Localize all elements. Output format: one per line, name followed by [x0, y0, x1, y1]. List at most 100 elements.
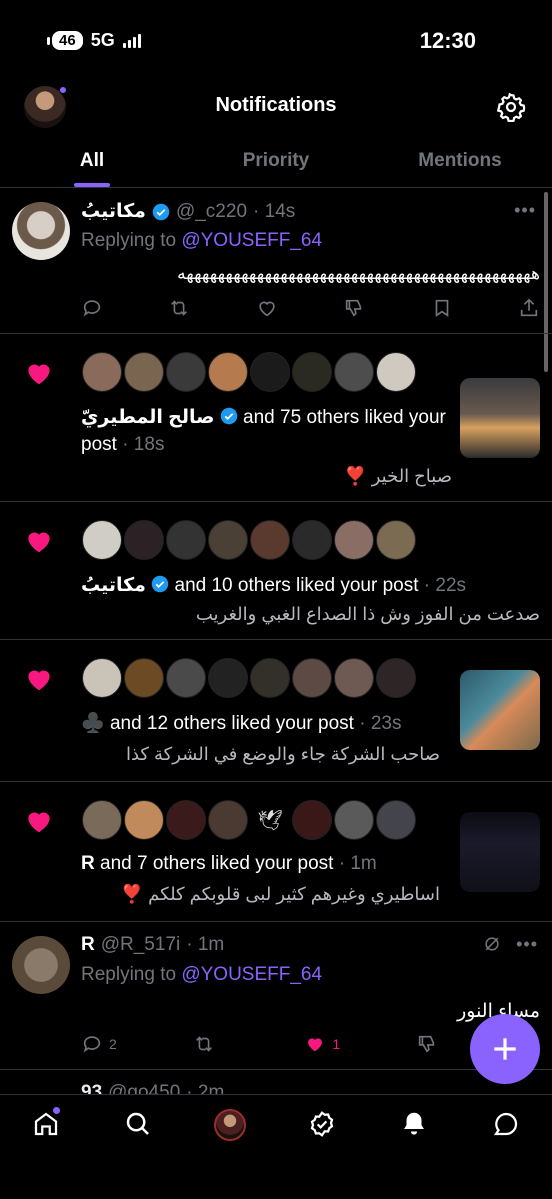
avatar[interactable] — [82, 520, 122, 560]
avatar[interactable] — [250, 352, 290, 392]
like-notification[interactable]: 🕊 R and 7 others liked your post · 1m اس… — [0, 782, 552, 922]
avatar[interactable] — [292, 800, 332, 840]
avatar[interactable] — [250, 520, 290, 560]
replying-handle-link[interactable]: @YOUSEFF_64 — [181, 230, 322, 251]
signal-icon — [122, 33, 141, 48]
author-name[interactable]: مكاتيبُ — [81, 200, 146, 223]
next-notification-peek[interactable]: 93 @go450 · 2m — [0, 1072, 552, 1096]
repost-button[interactable] — [168, 297, 224, 319]
avatar[interactable] — [124, 658, 164, 698]
liker-name[interactable]: ♣️ — [81, 713, 105, 734]
bookmark-icon — [435, 299, 448, 317]
avatar[interactable] — [376, 520, 416, 560]
nav-notifications[interactable] — [394, 1109, 434, 1149]
tab-all[interactable]: All — [0, 134, 184, 187]
repost-button[interactable] — [193, 1033, 249, 1055]
avatar[interactable] — [82, 352, 122, 392]
timestamp: · 14s — [253, 200, 296, 222]
top-bar: Notifications — [0, 80, 552, 134]
nav-messages[interactable] — [486, 1109, 526, 1149]
avatar[interactable] — [208, 352, 248, 392]
post-thumbnail[interactable] — [460, 812, 540, 892]
liked-post-text: صاحب الشركة جاء والوضع في الشركة كذا — [125, 744, 440, 764]
avatar[interactable] — [166, 800, 206, 840]
replying-handle-link[interactable]: @YOUSEFF_64 — [181, 964, 322, 985]
avatar[interactable] — [166, 520, 206, 560]
like-text: and 12 others liked your post — [109, 713, 354, 734]
timestamp: · 1m — [338, 853, 377, 874]
liker-avatars — [82, 520, 416, 560]
tab-priority[interactable]: Priority — [184, 134, 368, 187]
liker-name[interactable]: R — [81, 853, 95, 874]
verified-badge-icon — [151, 575, 169, 593]
nav-profile[interactable] — [210, 1109, 250, 1149]
status-time: 12:30 — [419, 28, 476, 53]
post-thumbnail[interactable] — [460, 378, 540, 458]
like-notification[interactable]: مكاتيبُ and 10 others liked your post · … — [0, 502, 552, 640]
avatar[interactable] — [12, 202, 70, 260]
tab-mentions[interactable]: Mentions — [368, 134, 552, 187]
post-thumbnail[interactable] — [460, 670, 540, 750]
bookmark-button[interactable] — [431, 297, 487, 319]
liked-post-text: صباح الخير ❣️ — [344, 466, 452, 486]
avatar[interactable] — [376, 800, 416, 840]
more-options-icon[interactable]: ••• — [482, 934, 538, 955]
avatar[interactable] — [12, 936, 70, 994]
like-button[interactable] — [256, 297, 312, 319]
avatar[interactable] — [82, 800, 122, 840]
avatar[interactable] — [292, 520, 332, 560]
avatar[interactable] — [292, 658, 332, 698]
avatar[interactable] — [208, 800, 248, 840]
reply-button[interactable] — [81, 297, 137, 319]
avatar[interactable] — [82, 658, 122, 698]
gear-icon[interactable] — [496, 92, 526, 122]
avatar[interactable] — [166, 658, 206, 698]
reply-button[interactable]: 2 — [81, 1033, 137, 1055]
nav-home[interactable] — [26, 1107, 66, 1149]
nav-search[interactable] — [118, 1109, 158, 1149]
author-name[interactable]: R — [81, 934, 95, 956]
share-button[interactable] — [518, 297, 540, 319]
liked-post-text: صدعت من الفوز وش ذا الصداع الغبي والغريب — [195, 604, 540, 624]
like-notification[interactable]: صالح المطيريّ and 75 others liked your p… — [0, 334, 552, 502]
avatar[interactable] — [376, 352, 416, 392]
avatar[interactable] — [208, 658, 248, 698]
thumbs-down-icon — [346, 299, 362, 317]
avatar[interactable] — [334, 658, 374, 698]
avatar[interactable] — [334, 800, 374, 840]
like-button[interactable]: 1 — [304, 1033, 360, 1055]
avatar[interactable] — [124, 520, 164, 560]
replying-prefix: Replying to — [81, 230, 177, 251]
avatar[interactable] — [334, 520, 374, 560]
liker-name[interactable]: صالح المطيريّ — [81, 407, 214, 428]
compose-button[interactable] — [470, 1014, 540, 1084]
like-text: and 10 others liked your post — [174, 575, 419, 596]
replying-to: Replying to @YOUSEFF_64 — [81, 230, 322, 252]
reply-text: هههههههههههههههههههههههههههههههههههههههه… — [177, 264, 540, 283]
avatar[interactable] — [334, 352, 374, 392]
reply-notification[interactable]: مكاتيبُ @_c220 · 14s ••• Replying to @YO… — [0, 188, 552, 334]
nav-verified[interactable] — [302, 1109, 342, 1149]
avatar[interactable] — [124, 352, 164, 392]
downvote-button[interactable] — [343, 297, 399, 319]
avatar[interactable] — [208, 520, 248, 560]
verified-badge-icon — [152, 203, 170, 220]
reply-icon — [83, 300, 101, 317]
downvote-button[interactable] — [416, 1033, 472, 1055]
avatar[interactable] — [166, 352, 206, 392]
avatar[interactable] — [292, 352, 332, 392]
liker-name[interactable]: مكاتيبُ — [81, 575, 146, 596]
reply-icon — [83, 1036, 101, 1053]
like-notification[interactable]: ♣️ and 12 others liked your post · 23s ص… — [0, 640, 552, 782]
avatar[interactable] — [124, 800, 164, 840]
reply-header: R @R_517i · 1m — [81, 934, 224, 956]
action-bar: 2 1 — [81, 1033, 472, 1055]
avatar[interactable] — [376, 658, 416, 698]
repost-icon — [171, 300, 188, 316]
like-summary: R and 7 others liked your post · 1m — [81, 850, 452, 877]
grok-icon[interactable] — [482, 934, 502, 954]
dove-icon[interactable]: 🕊 — [250, 800, 290, 840]
more-options-icon[interactable]: ••• — [514, 200, 536, 221]
plus-icon — [494, 1038, 516, 1060]
avatar[interactable] — [250, 658, 290, 698]
